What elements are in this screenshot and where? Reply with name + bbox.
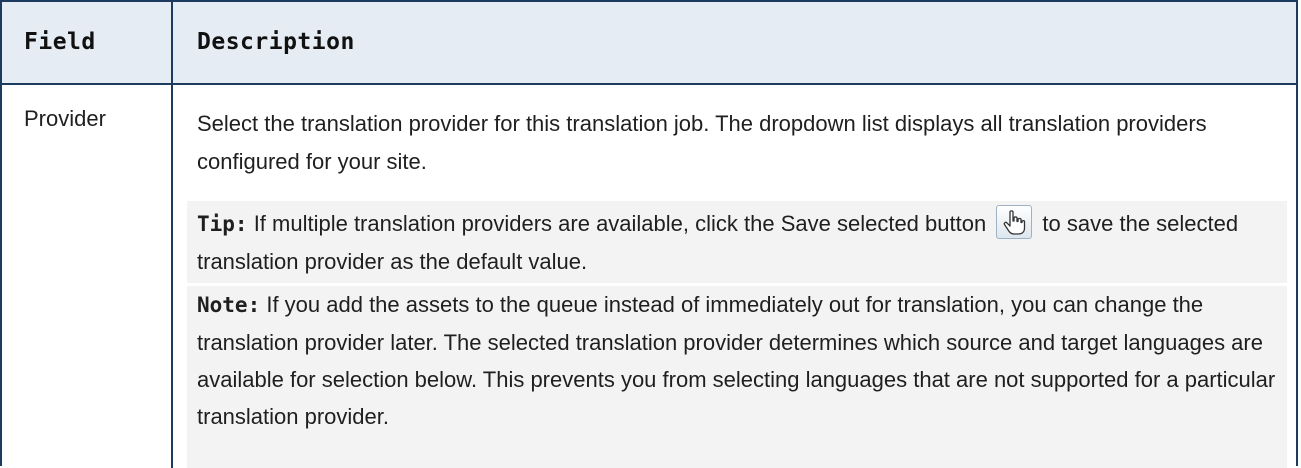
tip-text: Tip: If multiple translation providers a…: [197, 205, 1277, 280]
tip-label: Tip:: [197, 212, 248, 236]
note-body: If you add the assets to the queue inste…: [197, 292, 1276, 429]
description-text: Select the translation provider for this…: [197, 111, 1207, 174]
field-name-provider: Provider: [24, 106, 106, 131]
description-column-header: Description: [197, 29, 355, 55]
column-divider: [171, 2, 173, 468]
field-description-table: Field Description Provider Select the tr…: [0, 0, 1298, 468]
note-label: Note:: [197, 293, 261, 317]
table-header-row: Field Description: [2, 2, 1296, 85]
field-column-header: Field: [24, 29, 96, 55]
tip-callout: Tip: If multiple translation providers a…: [187, 201, 1287, 283]
note-text: Note: If you add the assets to the queue…: [197, 286, 1277, 435]
note-callout: Note: If you add the assets to the queue…: [187, 286, 1287, 468]
tip-text-before-icon: If multiple translation providers are av…: [247, 211, 993, 236]
hand-pointer-icon: [996, 205, 1033, 239]
